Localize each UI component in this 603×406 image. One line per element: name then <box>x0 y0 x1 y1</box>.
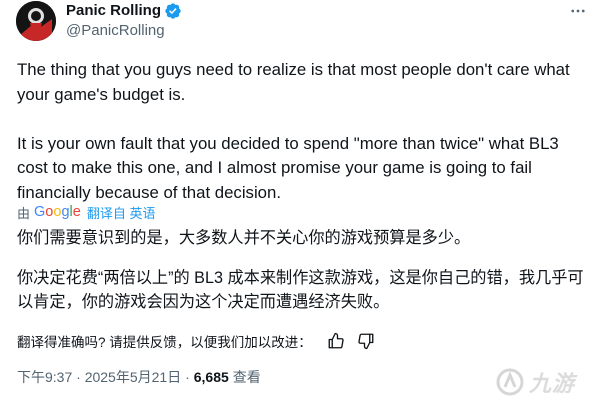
tweet-text: The thing that you guys need to realize … <box>17 58 577 205</box>
author-info: Panic Rolling @PanicRolling <box>66 1 182 41</box>
avatar-image <box>16 1 56 41</box>
more-options-icon[interactable] <box>567 0 589 22</box>
translation-attribution: 由 Google 翻译自 英语 <box>17 202 155 222</box>
author-handle[interactable]: @PanicRolling <box>66 21 182 41</box>
avatar[interactable] <box>16 1 56 41</box>
tweet-paragraph-1: The thing that you guys need to realize … <box>17 60 570 104</box>
watermark-icon <box>496 368 524 396</box>
watermark-text: 九游 <box>529 372 576 397</box>
translated-text: 你们需要意识到的是，大多数人并不关心你的游戏预算是多少。 你决定花费“两倍以上”… <box>17 226 587 315</box>
google-logo: Google <box>34 204 81 220</box>
thumbs-down-icon[interactable] <box>356 331 376 351</box>
translated-paragraph-1: 你们需要意识到的是，大多数人并不关心你的游戏预算是多少。 <box>17 229 471 247</box>
tweet-detail: Panic Rolling @PanicRolling The thing th… <box>0 0 603 406</box>
tweet-paragraph-2: It is your own fault that you decided to… <box>17 133 559 202</box>
translated-paragraph-2: 你决定花费“两倍以上”的 BL3 成本来制作这款游戏，这是你自己的错，我几乎可以… <box>17 268 584 312</box>
views-label: 查看 <box>232 369 261 385</box>
watermark-logo: 九游 <box>495 362 595 402</box>
tweet-meta: 下午9:37 · 2025年5月21日 · 6,685 查看 <box>17 367 261 387</box>
translated-from-link[interactable]: 翻译自 英语 <box>87 203 156 222</box>
tweet-header: Panic Rolling @PanicRolling <box>16 0 603 52</box>
author-name-row: Panic Rolling <box>66 1 182 21</box>
verified-badge-icon[interactable] <box>164 2 182 20</box>
feedback-label: 翻译得准确吗? 请提供反馈，以便我们加以改进： <box>17 335 312 350</box>
translation-feedback: 翻译得准确吗? 请提供反馈，以便我们加以改进： <box>17 330 386 352</box>
author-display-name[interactable]: Panic Rolling <box>66 1 161 21</box>
tweet-timestamp[interactable]: 下午9:37 · 2025年5月21日 · <box>17 367 190 387</box>
translation-by-label: 由 <box>17 205 31 221</box>
thumbs-up-icon[interactable] <box>326 331 346 351</box>
views-count: 6,685 <box>193 369 229 385</box>
